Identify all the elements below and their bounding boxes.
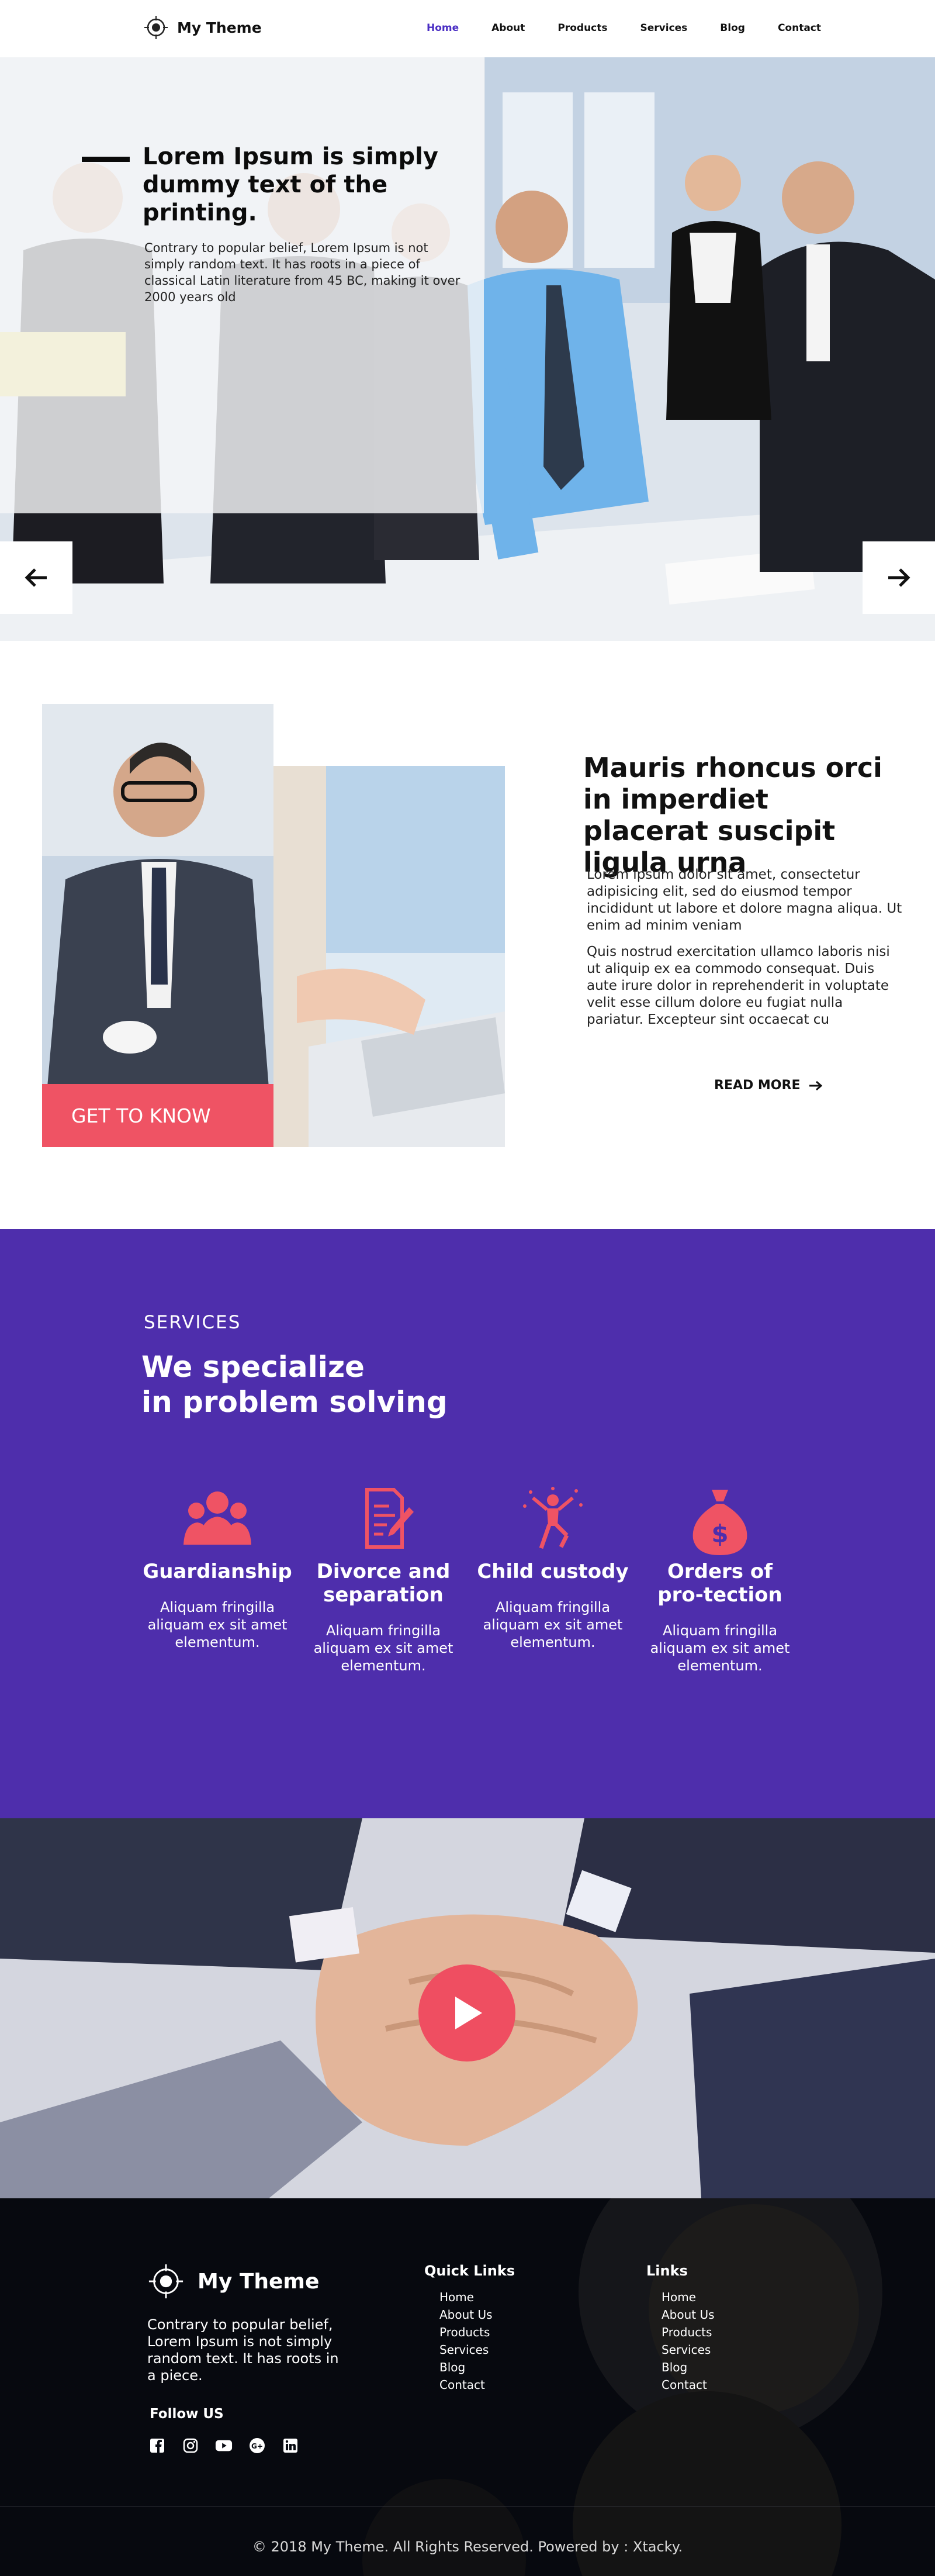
- footer-description: Contrary to popular belief, Lorem Ipsum …: [147, 2316, 339, 2384]
- footer-link[interactable]: About Us: [662, 2306, 715, 2323]
- hero-slider: Lorem Ipsum is simply dummy text of the …: [0, 57, 935, 641]
- brand-logo[interactable]: My Theme: [143, 15, 262, 40]
- service-description: Aliquam fringilla aliquam ex sit amet el…: [147, 1599, 288, 1650]
- services-title-line-1: We specialize: [141, 1350, 365, 1384]
- facebook-icon[interactable]: [148, 2437, 166, 2454]
- read-more-label: READ MORE: [714, 1078, 801, 1093]
- crosshair-logo-icon: [148, 2264, 183, 2299]
- hero-description: Contrary to popular belief, Lorem Ipsum …: [144, 241, 460, 304]
- arrow-left-icon: [25, 568, 47, 587]
- service-card-protection[interactable]: $ Orders of pro-tection Aliquam fringill…: [644, 1486, 796, 1674]
- about-section: GET TO KNOW Mauris rhoncus orci in imper…: [0, 641, 935, 1229]
- service-name: Guardianship: [143, 1560, 292, 1583]
- about-paragraph-2: Quis nostrud exercitation ullamco labori…: [587, 944, 890, 1027]
- service-card-custody[interactable]: Child custody Aliquam fringilla aliquam …: [477, 1486, 629, 1651]
- service-name: Child custody: [477, 1560, 629, 1583]
- services-kicker: SERVICES: [144, 1312, 241, 1333]
- brand-name: My Theme: [177, 19, 262, 36]
- service-card-divorce[interactable]: Divorce and separation Aliquam fringilla…: [307, 1486, 459, 1674]
- footer-link[interactable]: Contact: [439, 2376, 515, 2394]
- footer-brand[interactable]: My Theme: [147, 2263, 319, 2300]
- video-play-button[interactable]: [418, 1964, 515, 2062]
- services-title-line-2: in problem solving: [141, 1385, 448, 1419]
- businessman-photo: [42, 704, 273, 1147]
- nav-home[interactable]: Home: [427, 22, 459, 34]
- footer-link[interactable]: Services: [439, 2341, 515, 2359]
- top-navbar: My Theme Home About Products Services Bl…: [0, 0, 935, 57]
- links-title: Links: [646, 2263, 688, 2279]
- footer-link[interactable]: Products: [439, 2323, 515, 2341]
- arrow-right-icon: [809, 1080, 823, 1090]
- services-section: SERVICES We specialize in problem solvin…: [0, 1229, 935, 1818]
- nav-about[interactable]: About: [491, 22, 525, 34]
- group-icon: [183, 1491, 251, 1545]
- nav-blog[interactable]: Blog: [720, 22, 745, 34]
- nav-products[interactable]: Products: [557, 22, 607, 34]
- nav-services[interactable]: Services: [640, 22, 688, 34]
- services-title: We specialize in problem solving: [141, 1349, 550, 1420]
- money-bag-icon: $: [692, 1490, 747, 1555]
- footer-link[interactable]: Contact: [662, 2376, 715, 2394]
- crosshair-logo-icon: [143, 15, 169, 40]
- links-column: Links Home About Us Products Services Bl…: [646, 2263, 715, 2394]
- celebration-icon: [523, 1487, 583, 1549]
- footer-link[interactable]: Products: [662, 2323, 715, 2341]
- footer-link[interactable]: Blog: [439, 2359, 515, 2376]
- footer-link[interactable]: About Us: [439, 2306, 515, 2323]
- copyright-text: © 2018 My Theme. All Rights Reserved. Po…: [252, 2539, 683, 2555]
- service-card-guardianship[interactable]: Guardianship Aliquam fringilla aliquam e…: [141, 1486, 293, 1651]
- social-links: G+: [148, 2437, 315, 2454]
- linkedin-icon[interactable]: [282, 2437, 299, 2454]
- google-plus-icon[interactable]: G+: [248, 2437, 266, 2454]
- hero-title: Lorem Ipsum is simply dummy text of the …: [143, 143, 438, 226]
- quick-links-column: Quick Links Home About Us Products Servi…: [424, 2263, 515, 2394]
- typing-hands-photo: [273, 766, 505, 1147]
- footer-brand-name: My Theme: [198, 2269, 320, 2294]
- about-paragraph-1: Lorem ipsum dolor sit amet, consectetur …: [587, 867, 902, 933]
- service-description: Aliquam fringilla aliquam ex sit amet el…: [483, 1599, 623, 1650]
- play-icon: [455, 1997, 482, 2029]
- about-title: Mauris rhoncus orci in imperdiet placera…: [583, 752, 882, 878]
- footer-link[interactable]: Blog: [662, 2359, 715, 2376]
- read-more-link[interactable]: READ MORE: [714, 1078, 823, 1093]
- hero-accent-bar: [82, 157, 130, 162]
- svg-text:G+: G+: [251, 2442, 263, 2450]
- get-to-know-button[interactable]: GET TO KNOW: [42, 1084, 273, 1147]
- slider-prev-button[interactable]: [0, 541, 72, 614]
- nav-contact[interactable]: Contact: [778, 22, 821, 34]
- video-section: [0, 1818, 935, 2198]
- quick-links-title: Quick Links: [424, 2263, 515, 2279]
- arrow-right-icon: [888, 568, 910, 587]
- footer-link[interactable]: Home: [662, 2288, 715, 2306]
- follow-us-label: Follow US: [150, 2406, 224, 2422]
- service-description: Aliquam fringilla aliquam ex sit amet el…: [650, 1622, 790, 1674]
- svg-text:$: $: [711, 1520, 728, 1548]
- service-name: Divorce and separation: [316, 1560, 451, 1607]
- footer-link[interactable]: Home: [439, 2288, 515, 2306]
- document-pen-icon: [365, 1488, 414, 1549]
- slider-next-button[interactable]: [863, 541, 935, 614]
- footer-link[interactable]: Services: [662, 2341, 715, 2359]
- site-footer: My Theme Contrary to popular belief, Lor…: [0, 2198, 935, 2576]
- service-description: Aliquam fringilla aliquam ex sit amet el…: [313, 1622, 453, 1674]
- service-name: Orders of pro-tection: [657, 1560, 782, 1607]
- instagram-icon[interactable]: [182, 2437, 199, 2454]
- youtube-icon[interactable]: [215, 2437, 233, 2454]
- main-menu: Home About Products Services Blog Contac…: [394, 22, 821, 34]
